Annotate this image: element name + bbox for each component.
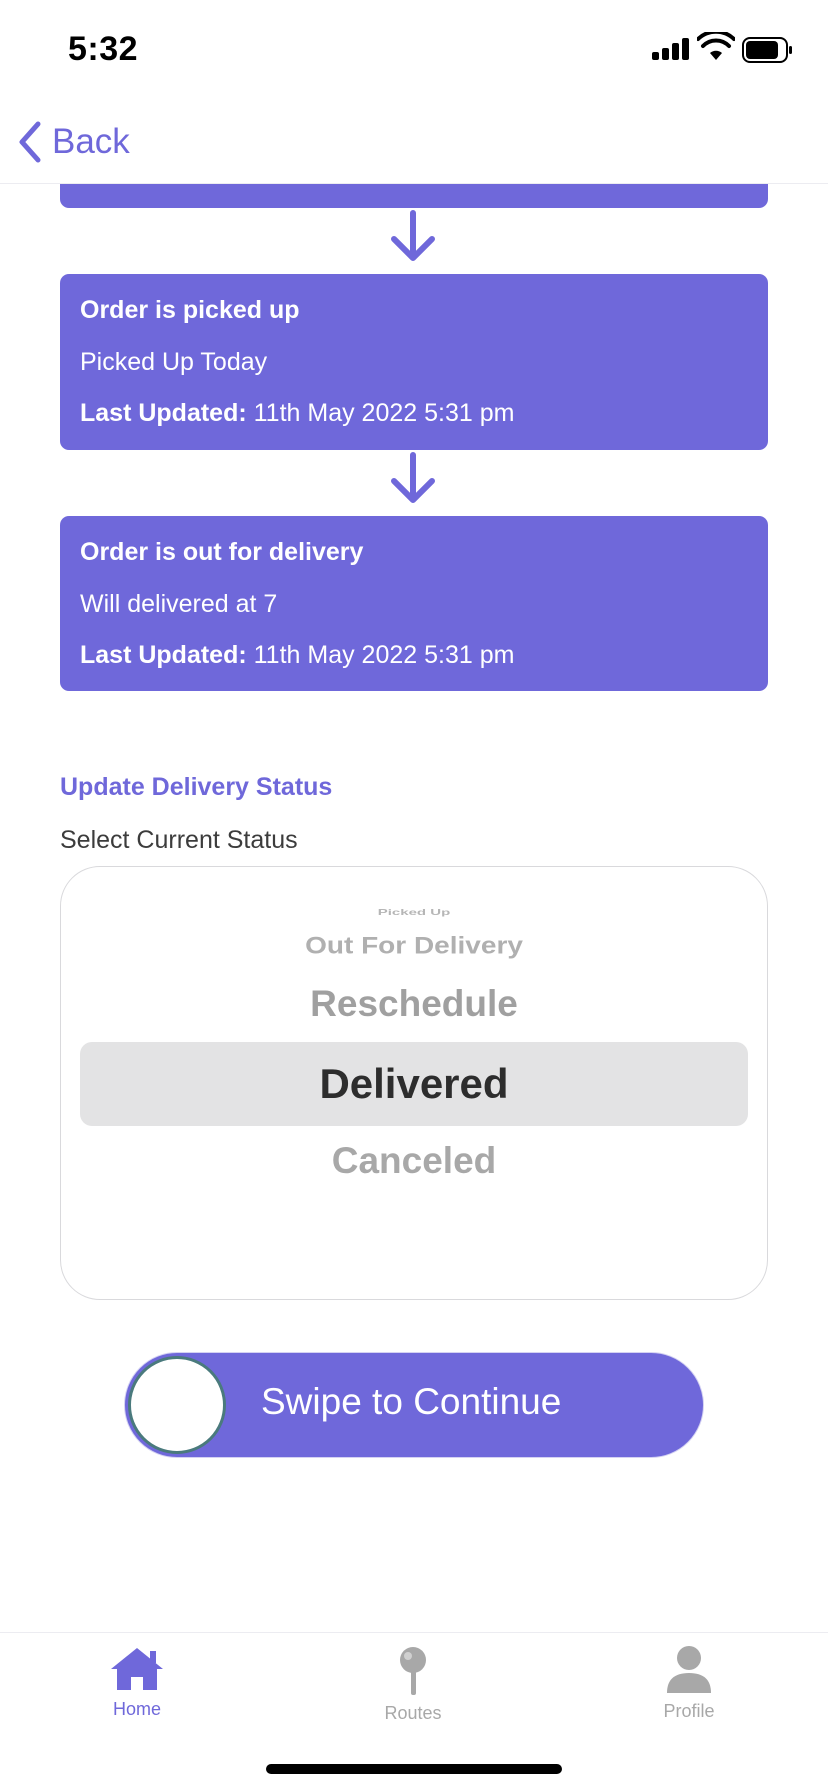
step-card-picked-up: Order is picked up Picked Up Today Last … bbox=[60, 274, 768, 450]
picker-option-canceled[interactable]: Canceled bbox=[61, 1140, 767, 1182]
picker-option-delivered[interactable]: Delivered bbox=[61, 1060, 767, 1108]
status-bar: 5:32 bbox=[0, 0, 828, 100]
user-icon bbox=[667, 1646, 711, 1693]
back-label: Back bbox=[52, 122, 130, 161]
wifi-icon bbox=[697, 32, 735, 60]
swipe-label: Swipe to Continue bbox=[261, 1381, 562, 1422]
tab-home[interactable]: Home bbox=[57, 1645, 217, 1755]
picker-option-out-for-delivery[interactable]: Out For Delivery bbox=[61, 932, 767, 959]
status-time: 5:32 bbox=[68, 30, 139, 68]
step-description: Will delivered at 7 bbox=[80, 590, 278, 618]
status-picker[interactable]: Picked Up Out For Delivery Reschedule De… bbox=[60, 866, 768, 1300]
picker-option-reschedule[interactable]: Reschedule bbox=[61, 983, 767, 1025]
step-last-updated: Last Updated: 11th May 2022 5:31 pm bbox=[80, 399, 514, 428]
step-title: Order is picked up bbox=[80, 296, 300, 324]
update-status-heading: Update Delivery Status bbox=[60, 773, 333, 801]
tab-label: Home bbox=[112, 1699, 161, 1719]
last-updated-label: Last Updated: bbox=[80, 641, 247, 669]
home-indicator bbox=[266, 1764, 562, 1774]
app-screen: 5:32 Back Order is picked up Picked Up T… bbox=[0, 0, 828, 1792]
last-updated-value: 11th May 2022 5:31 pm bbox=[246, 641, 515, 669]
tab-profile[interactable]: Profile bbox=[609, 1645, 769, 1755]
tab-label: Routes bbox=[384, 1703, 442, 1723]
swipe-handle[interactable] bbox=[128, 1356, 226, 1454]
step-title: Order is out for delivery bbox=[80, 538, 364, 566]
battery-icon bbox=[742, 37, 792, 63]
last-updated-label: Last Updated: bbox=[80, 399, 247, 427]
back-button[interactable]: Back bbox=[14, 118, 130, 166]
last-updated-value: 11th May 2022 5:31 pm bbox=[246, 399, 515, 427]
arrow-down-icon bbox=[391, 210, 435, 261]
picker-option-picked-up[interactable]: Picked Up bbox=[61, 908, 767, 917]
step-description: Picked Up Today bbox=[80, 348, 268, 376]
tab-label: Profile bbox=[663, 1701, 715, 1721]
tab-routes[interactable]: Routes bbox=[333, 1645, 493, 1755]
map-pin-icon bbox=[400, 1647, 426, 1695]
navigation-bar: Back bbox=[0, 100, 828, 184]
select-status-label: Select Current Status bbox=[60, 826, 298, 854]
step-last-updated: Last Updated: 11th May 2022 5:31 pm bbox=[80, 641, 514, 670]
swipe-to-continue-slider[interactable]: Swipe to Continue bbox=[124, 1352, 704, 1458]
cellular-signal-icon bbox=[652, 38, 692, 60]
home-icon bbox=[111, 1648, 163, 1690]
step-card-out-for-delivery: Order is out for delivery Will delivered… bbox=[60, 516, 768, 691]
arrow-down-icon bbox=[391, 452, 435, 503]
chevron-left-icon bbox=[19, 121, 41, 163]
